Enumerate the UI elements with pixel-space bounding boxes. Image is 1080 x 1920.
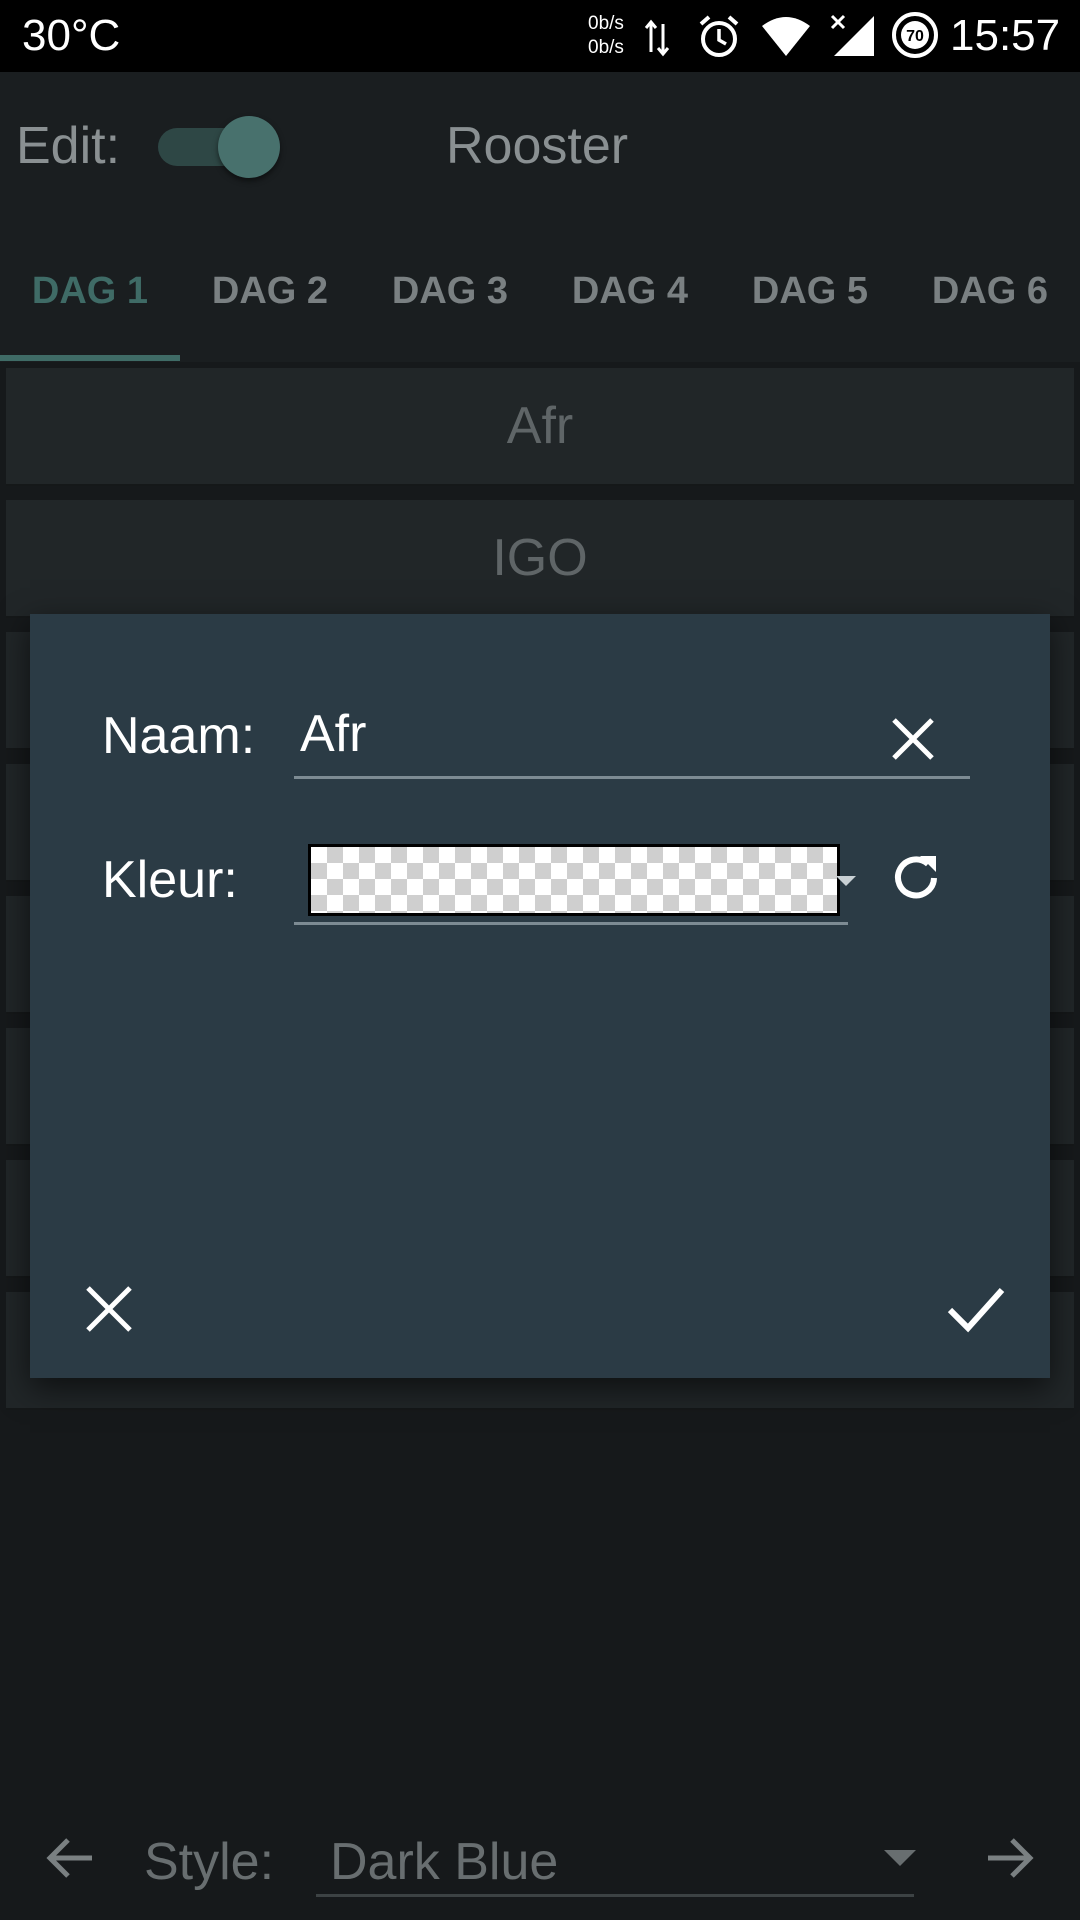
toolbar: Edit: Rooster (0, 72, 1080, 212)
arrow-right-icon[interactable] (980, 1828, 1040, 1888)
close-icon[interactable] (82, 1282, 136, 1336)
battery-level: 70 (906, 28, 924, 45)
battery-icon: 70 (892, 12, 938, 58)
tab-dag-6[interactable]: DAG 6 (900, 270, 1080, 313)
list-item[interactable]: IGO (6, 500, 1074, 618)
edit-toggle[interactable] (158, 116, 280, 178)
name-underline (294, 776, 970, 779)
alarm-icon (699, 15, 739, 57)
caret-down-icon[interactable] (884, 1850, 916, 1866)
arrow-left-icon[interactable] (40, 1828, 100, 1888)
refresh-icon[interactable] (888, 850, 944, 906)
toggle-knob (218, 116, 280, 178)
clock: 15:57 (950, 11, 1061, 60)
name-label: Naam: (102, 707, 256, 765)
caret-down-icon[interactable] (836, 876, 856, 886)
signal-icon (830, 14, 874, 56)
tab-dag-3[interactable]: DAG 3 (360, 270, 540, 313)
page-title: Rooster (446, 117, 629, 175)
tab-dag-4[interactable]: DAG 4 (540, 270, 720, 313)
edit-label: Edit: (16, 117, 121, 175)
net-down: 0b/s (588, 37, 624, 58)
tab-indicator (0, 355, 180, 361)
name-input[interactable]: Afr (300, 704, 366, 764)
style-select[interactable]: Dark Blue (330, 1832, 558, 1892)
tab-dag-5[interactable]: DAG 5 (720, 270, 900, 313)
style-label: Style: (144, 1833, 275, 1891)
check-icon[interactable] (946, 1284, 1006, 1334)
day-tabs: DAG 1 DAG 2 DAG 3 DAG 4 DAG 5 DAG 6 (0, 212, 1080, 362)
color-picker[interactable] (308, 844, 840, 916)
temperature: 30°C (22, 11, 121, 60)
network-speed: 0b/s 0b/s (588, 12, 624, 60)
color-label: Kleur: (102, 851, 238, 909)
tab-dag-2[interactable]: DAG 2 (180, 270, 360, 313)
color-underline (294, 922, 848, 925)
data-transfer-icon (644, 19, 670, 57)
bottom-bar: Style: Dark Blue (0, 1808, 1080, 1920)
status-bar: 30°C 0b/s 0b/s 70 15:57 (0, 0, 1080, 72)
close-icon[interactable] (888, 714, 938, 764)
style-underline (316, 1894, 914, 1897)
tab-dag-1[interactable]: DAG 1 (0, 270, 180, 313)
edit-subject-dialog: Naam: Afr Kleur: (30, 614, 1050, 1378)
wifi-icon (762, 17, 810, 56)
net-up: 0b/s (588, 13, 624, 34)
list-item[interactable]: Afr (6, 368, 1074, 486)
